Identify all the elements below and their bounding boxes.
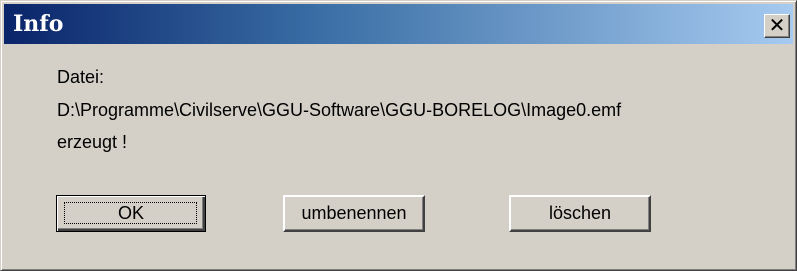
message-label: Datei: [57,67,105,87]
rename-button[interactable]: umbenennen [283,195,425,232]
close-icon: ✕ [768,13,786,37]
dialog-title: Info [13,11,64,37]
message-status: erzeugt ! [57,132,128,152]
file-path-text: D:\Programme\Civilserve\GGU-Software\GGU… [57,100,622,120]
rename-button-label: umbenennen [301,203,407,223]
close-button[interactable]: ✕ [764,14,790,38]
info-dialog: Info ✕ Datei: D:\Programme\Civilserve\GG… [0,0,797,271]
delete-button-label: löschen [548,203,612,223]
focus-rectangle [64,202,197,224]
title-bar[interactable]: Info ✕ [4,4,793,44]
ok-button[interactable]: OK [56,195,206,232]
delete-button[interactable]: löschen [509,195,651,232]
